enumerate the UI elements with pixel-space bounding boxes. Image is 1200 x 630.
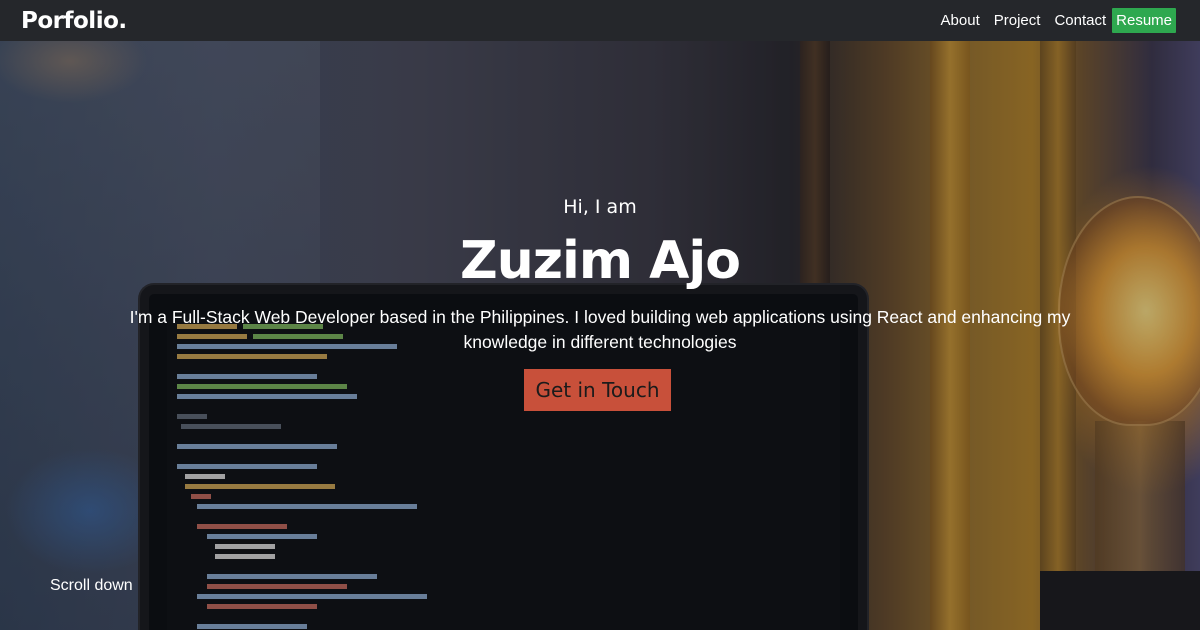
- nav-link-project[interactable]: Project: [994, 12, 1041, 29]
- hero-name: Zuzim Ajo: [460, 231, 741, 291]
- brand-logo[interactable]: Porfolio.: [21, 8, 127, 34]
- nav-link-about[interactable]: About: [941, 12, 980, 29]
- navbar: Porfolio. About Project Contact Resume: [0, 0, 1200, 41]
- hero-section: Hi, I am Zuzim Ajo I'm a Full-Stack Web …: [0, 41, 1200, 630]
- nav-link-contact[interactable]: Contact: [1054, 12, 1106, 29]
- hero-tagline: I'm a Full-Stack Web Developer based in …: [129, 307, 1071, 352]
- hero-greeting: Hi, I am: [563, 196, 637, 218]
- scroll-down-link[interactable]: Scroll down: [50, 577, 133, 595]
- resume-button[interactable]: Resume: [1112, 8, 1176, 33]
- get-in-touch-button[interactable]: Get in Touch: [524, 369, 671, 411]
- nav-links: About Project Contact Resume: [927, 8, 1176, 33]
